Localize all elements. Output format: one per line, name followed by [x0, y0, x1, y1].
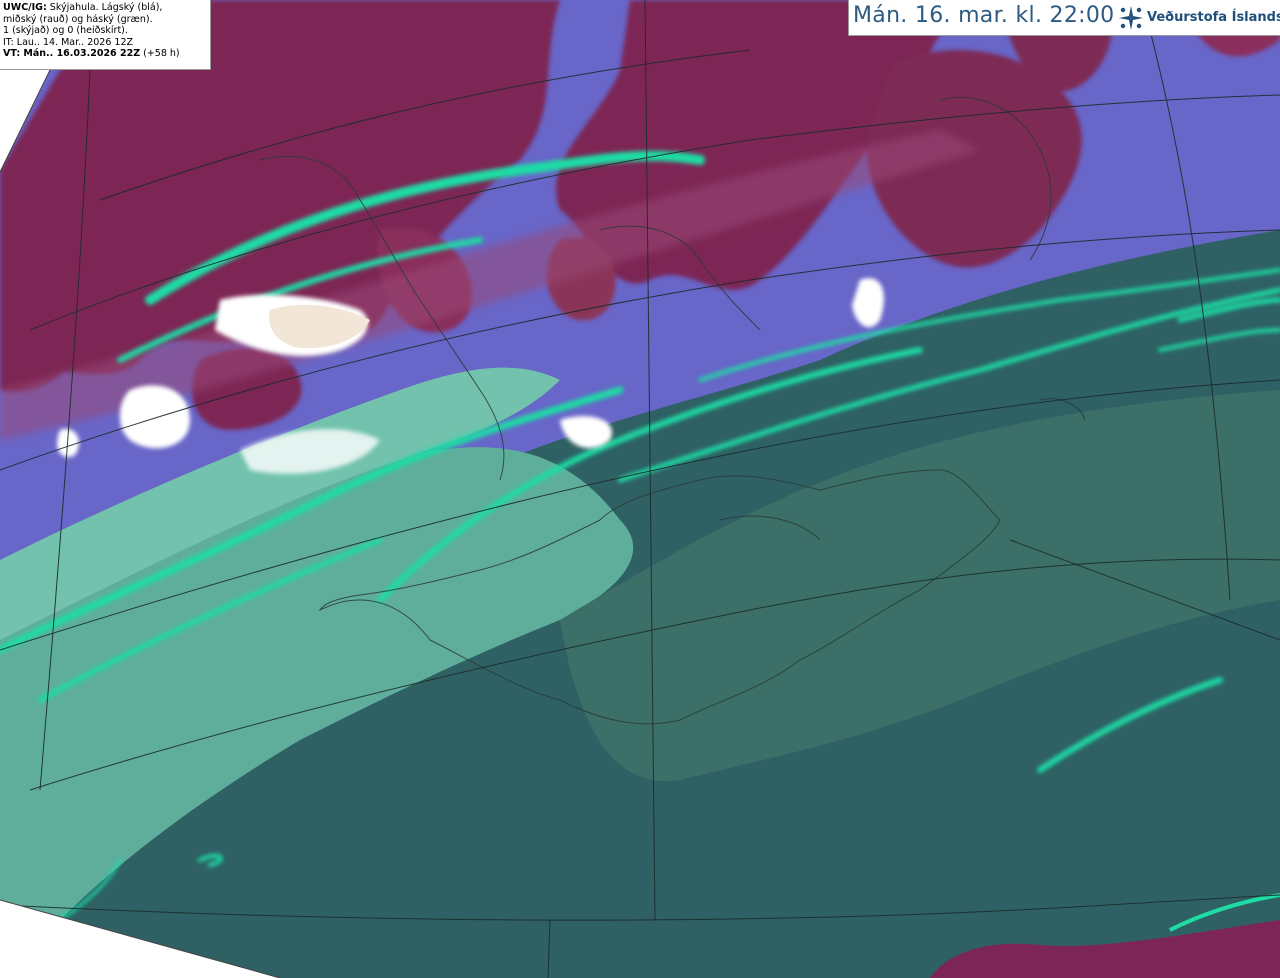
issue-time: IT: Lau.. 14. Mar.. 2026 12Z	[3, 36, 134, 48]
legend-line-1-text: Skýjahula. Lágský (blá),	[46, 2, 163, 13]
legend-line-1: UWC/IG: Skýjahula. Lágský (blá),	[3, 2, 207, 14]
legend-line-2: miðský (rauð) og háský (græn).	[3, 13, 153, 25]
lead-time: (+58 h)	[140, 48, 180, 60]
valid-time-title: Mán. 16. mar. kl. 22:00	[853, 3, 1115, 28]
snowflake-compass-icon	[1119, 6, 1143, 30]
cloud-cover-map	[0, 0, 1280, 978]
brand-name: Veðurstofa Íslands	[1147, 10, 1280, 25]
brand-logo: Veðurstofa Íslands	[1117, 4, 1280, 32]
valid-time-line: VT: Mán.. 16.03.2026 22Z (+58 h)	[3, 48, 207, 60]
legend-line-3: 1 (skýjað) og 0 (heiðskírt).	[3, 25, 128, 37]
valid-label: VT: Mán.. 16.03.2026 22Z	[3, 48, 141, 60]
legend-box: UWC/IG: Skýjahula. Lágský (blá), miðský …	[0, 0, 211, 70]
product-label: UWC/IG:	[3, 2, 47, 13]
header-box: Mán. 16. mar. kl. 22:00 Veðurstofa Íslan…	[848, 0, 1280, 36]
